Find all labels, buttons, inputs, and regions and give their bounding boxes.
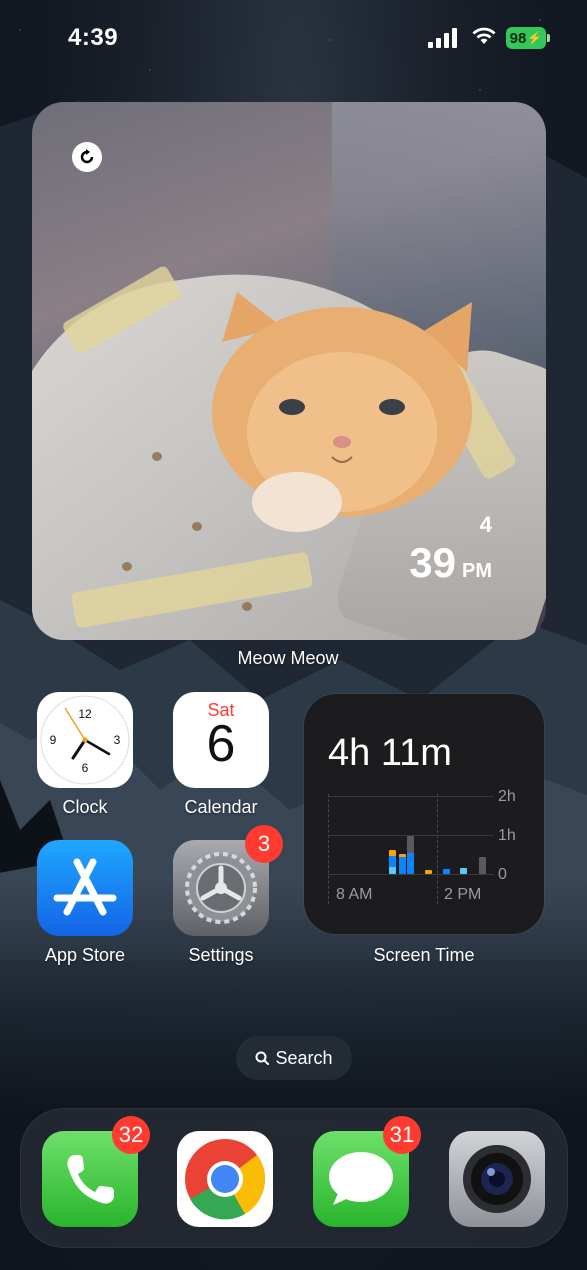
camera-lens-icon bbox=[463, 1145, 531, 1213]
usage-bar bbox=[460, 868, 467, 874]
screen-time-total: 4h 11m bbox=[328, 732, 452, 774]
svg-text:6: 6 bbox=[82, 761, 89, 775]
battery-indicator: 98 ⚡ bbox=[506, 27, 550, 49]
app-store-app-icon[interactable] bbox=[37, 840, 133, 936]
usage-bar bbox=[443, 869, 450, 874]
svg-text:3: 3 bbox=[114, 733, 121, 747]
photo-widget[interactable]: 4 39 PM bbox=[32, 102, 546, 640]
calendar-day: 6 bbox=[206, 715, 236, 773]
usage-bar bbox=[425, 870, 432, 874]
messages-badge: 31 bbox=[383, 1116, 421, 1154]
charging-bolt-icon: ⚡ bbox=[527, 31, 543, 45]
screen-time-label: Screen Time bbox=[373, 945, 475, 965]
battery-level: 98 bbox=[509, 29, 527, 47]
usage-bar bbox=[389, 850, 396, 874]
screen-time-widget[interactable]: 4h 11m 2h 1h 0 8 AM 2 PM bbox=[304, 694, 544, 934]
svg-text:9: 9 bbox=[50, 733, 57, 747]
y-tick-0: 0 bbox=[498, 866, 507, 883]
clock-icon: 12 3 6 9 bbox=[40, 695, 130, 785]
app-store-icon bbox=[53, 858, 117, 916]
grid-line-2h bbox=[328, 796, 494, 797]
grid-line-0 bbox=[328, 874, 494, 875]
x-tick-8am: 8 AM bbox=[336, 886, 373, 903]
usage-bar bbox=[399, 854, 406, 874]
wifi-icon bbox=[472, 27, 496, 44]
photo-widget-minute: 39 bbox=[409, 539, 456, 586]
svg-text:12: 12 bbox=[78, 707, 92, 721]
photo-widget-hour: 4 bbox=[479, 512, 492, 537]
cellular-signal-icon bbox=[428, 28, 457, 48]
grid-vline bbox=[328, 794, 329, 904]
search-label: Search bbox=[275, 1047, 333, 1068]
search-icon bbox=[255, 1051, 270, 1065]
kitten-image bbox=[212, 292, 472, 532]
photo-widget-ampm: PM bbox=[462, 560, 492, 582]
settings-app-label: Settings bbox=[188, 945, 254, 965]
calendar-app-icon[interactable]: Sat 6 bbox=[173, 692, 269, 788]
photo-widget-minute-row: 39 PM bbox=[409, 539, 492, 587]
camera-app-icon[interactable] bbox=[449, 1131, 545, 1227]
chrome-icon bbox=[185, 1139, 266, 1220]
y-tick-1h: 1h bbox=[498, 827, 516, 844]
clock-app-label: Clock bbox=[62, 797, 108, 817]
status-bar: 4:39 98 ⚡ bbox=[0, 0, 587, 80]
photo-widget-label: Meow Meow bbox=[237, 648, 339, 668]
app-store-app-label: App Store bbox=[44, 945, 126, 965]
usage-bar bbox=[407, 836, 414, 874]
settings-badge: 3 bbox=[245, 825, 283, 863]
usage-bar bbox=[479, 857, 486, 874]
x-tick-2pm: 2 PM bbox=[444, 886, 482, 903]
clock-app-icon[interactable]: 12 3 6 9 bbox=[37, 692, 133, 788]
status-time: 4:39 bbox=[68, 24, 119, 51]
y-tick-2h: 2h bbox=[498, 788, 516, 805]
grid-vline bbox=[437, 794, 438, 904]
phone-badge: 32 bbox=[112, 1116, 150, 1154]
calendar-app-label: Calendar bbox=[184, 797, 258, 817]
refresh-icon[interactable] bbox=[72, 142, 102, 172]
search-button[interactable]: Search bbox=[236, 1036, 352, 1080]
chrome-app-icon[interactable] bbox=[177, 1131, 273, 1227]
